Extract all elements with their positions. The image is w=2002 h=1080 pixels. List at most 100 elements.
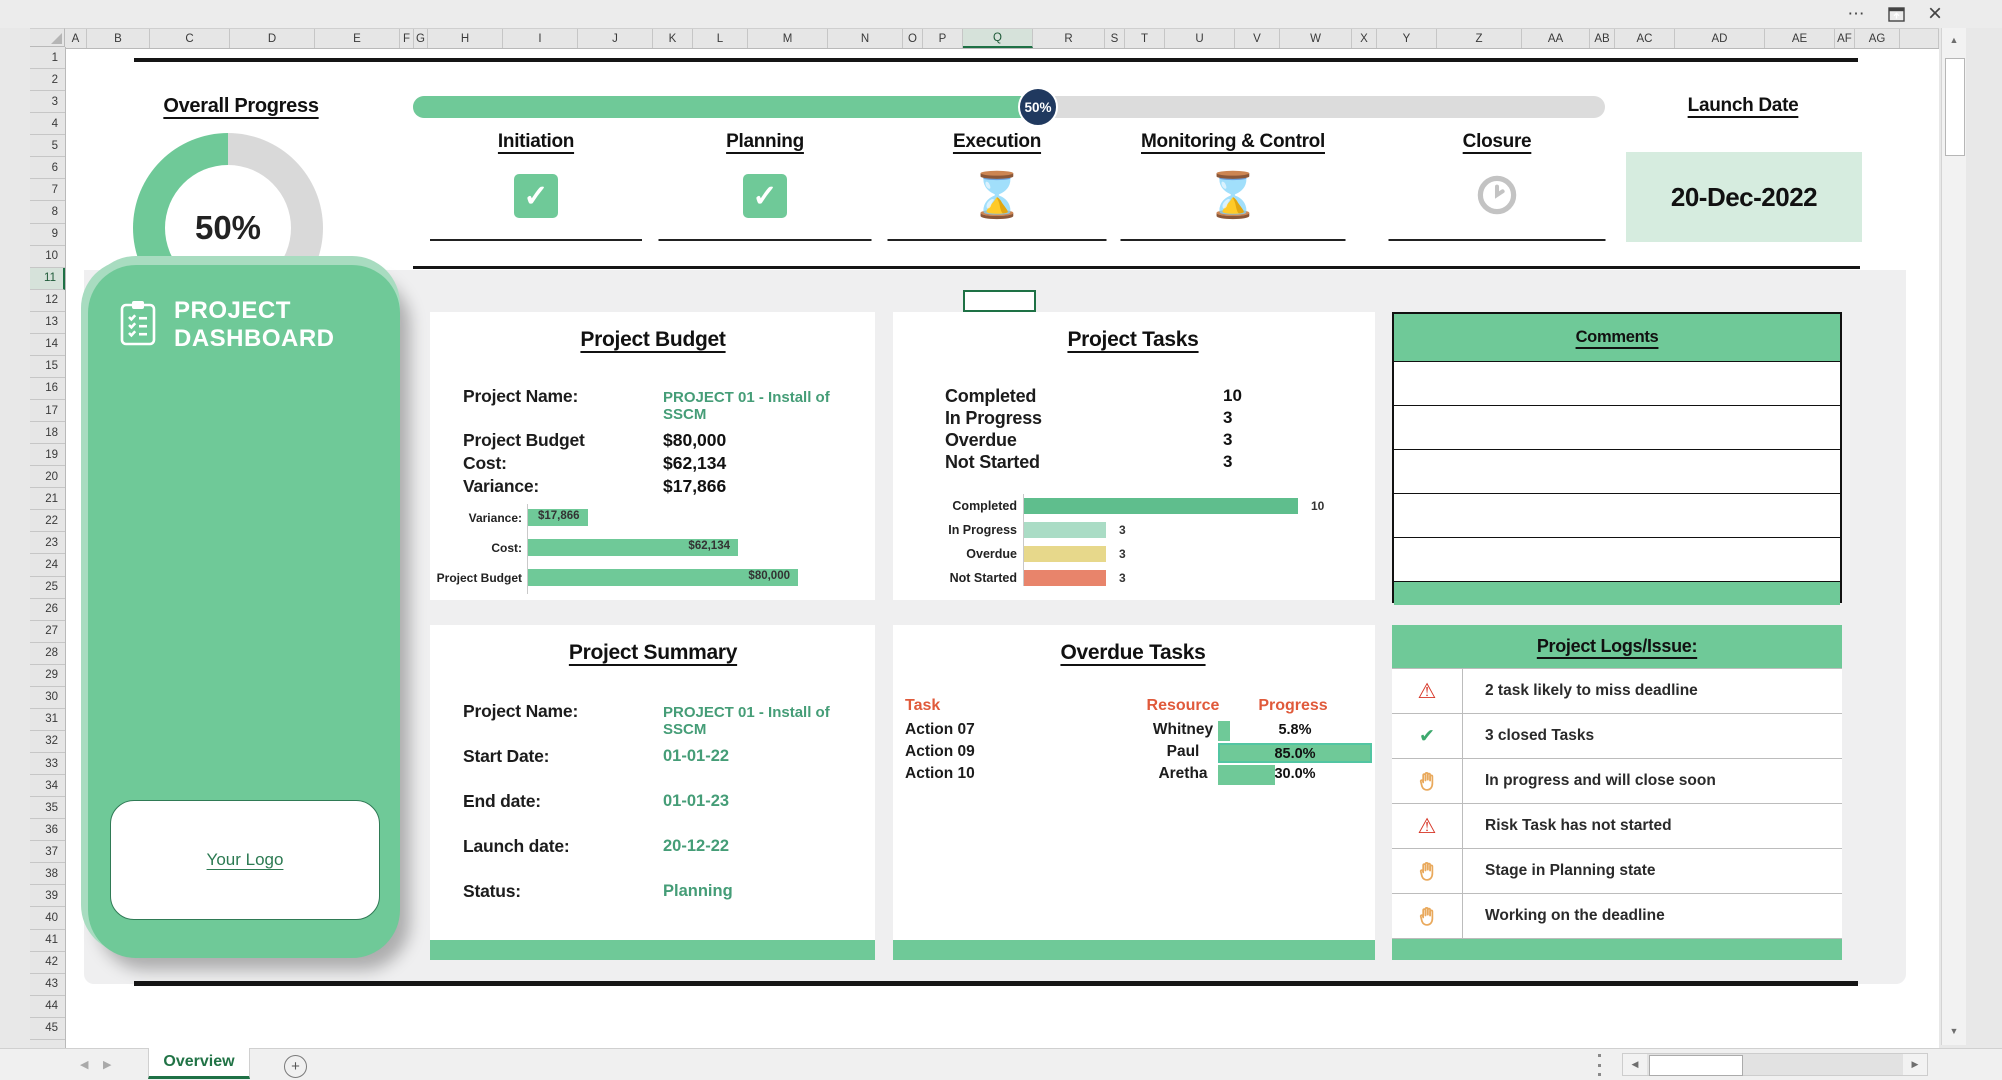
column-header-I[interactable]: I <box>503 29 578 48</box>
row-header-10[interactable]: 10 <box>30 246 65 268</box>
row-header-12[interactable]: 12 <box>30 290 65 312</box>
column-header-L[interactable]: L <box>693 29 748 48</box>
column-header-E[interactable]: E <box>315 29 400 48</box>
row-header-13[interactable]: 13 <box>30 312 65 334</box>
row-header-44[interactable]: 44 <box>30 996 65 1018</box>
column-header-N[interactable]: N <box>828 29 903 48</box>
row-header-31[interactable]: 31 <box>30 709 65 731</box>
vertical-scroll-thumb[interactable] <box>1945 58 1965 156</box>
row-header-22[interactable]: 22 <box>30 510 65 532</box>
row-header-43[interactable]: 43 <box>30 974 65 996</box>
column-header-Z[interactable]: Z <box>1437 29 1522 48</box>
row-header-39[interactable]: 39 <box>30 885 65 907</box>
comment-cell-1[interactable] <box>1394 361 1840 405</box>
comment-cell-4[interactable] <box>1394 493 1840 537</box>
row-header-6[interactable]: 6 <box>30 157 65 179</box>
column-header-T[interactable]: T <box>1125 29 1165 48</box>
scroll-right-icon[interactable]: ▶ <box>1903 1054 1927 1075</box>
row-header-5[interactable]: 5 <box>30 135 65 157</box>
row-header-37[interactable]: 37 <box>30 841 65 863</box>
row-header-32[interactable]: 32 <box>30 731 65 753</box>
column-header-P[interactable]: P <box>923 29 963 48</box>
column-header-Q[interactable]: Q <box>963 29 1033 48</box>
row-header-8[interactable]: 8 <box>30 201 65 223</box>
scroll-up-icon[interactable]: ▲ <box>1942 28 1966 52</box>
scroll-down-icon[interactable]: ▼ <box>1942 1019 1966 1043</box>
column-header-G[interactable]: G <box>414 29 428 48</box>
row-header-35[interactable]: 35 <box>30 797 65 819</box>
selected-cell[interactable] <box>963 290 1036 312</box>
comment-cell-3[interactable] <box>1394 449 1840 493</box>
add-sheet-icon[interactable]: + <box>284 1055 307 1078</box>
row-header-26[interactable]: 26 <box>30 599 65 621</box>
column-header-V[interactable]: V <box>1235 29 1280 48</box>
prev-sheet-icon[interactable]: ◀ <box>80 1058 88 1071</box>
next-sheet-icon[interactable]: ▶ <box>103 1058 111 1071</box>
row-header-1[interactable]: 1 <box>30 47 65 69</box>
horizontal-scrollbar[interactable]: ◀ ▶ <box>1622 1053 1928 1076</box>
row-header-41[interactable]: 41 <box>30 930 65 952</box>
column-header-D[interactable]: D <box>230 29 315 48</box>
column-header-S[interactable]: S <box>1105 29 1125 48</box>
row-header-40[interactable]: 40 <box>30 907 65 929</box>
column-header-AC[interactable]: AC <box>1615 29 1675 48</box>
column-header-AG[interactable]: AG <box>1855 29 1900 48</box>
column-header-M[interactable]: M <box>748 29 828 48</box>
row-header-29[interactable]: 29 <box>30 665 65 687</box>
row-header-18[interactable]: 18 <box>30 422 65 444</box>
row-header-28[interactable]: 28 <box>30 643 65 665</box>
row-header-24[interactable]: 24 <box>30 554 65 576</box>
select-all-corner[interactable] <box>30 28 65 47</box>
row-headers[interactable]: 1234567891011121314151617181920212223242… <box>30 47 66 1048</box>
logo-placeholder[interactable]: Your Logo <box>110 800 380 920</box>
row-header-9[interactable]: 9 <box>30 224 65 246</box>
column-header-O[interactable]: O <box>903 29 923 48</box>
column-header-H[interactable]: H <box>428 29 503 48</box>
column-header-AB[interactable]: AB <box>1590 29 1615 48</box>
row-header-42[interactable]: 42 <box>30 952 65 974</box>
close-icon[interactable]: × <box>1920 2 1950 26</box>
column-header-AF[interactable]: AF <box>1835 29 1855 48</box>
row-header-34[interactable]: 34 <box>30 775 65 797</box>
row-header-14[interactable]: 14 <box>30 334 65 356</box>
column-header-U[interactable]: U <box>1165 29 1235 48</box>
row-header-4[interactable]: 4 <box>30 113 65 135</box>
row-header-36[interactable]: 36 <box>30 819 65 841</box>
row-header-17[interactable]: 17 <box>30 400 65 422</box>
column-header-AA[interactable]: AA <box>1522 29 1590 48</box>
horizontal-scroll-thumb[interactable] <box>1649 1055 1743 1076</box>
column-header-X[interactable]: X <box>1352 29 1377 48</box>
column-header-F[interactable]: F <box>400 29 414 48</box>
more-options-icon[interactable]: ⋯ <box>1842 2 1870 26</box>
row-header-20[interactable]: 20 <box>30 466 65 488</box>
row-header-21[interactable]: 21 <box>30 488 65 510</box>
comment-cell-5[interactable] <box>1394 537 1840 581</box>
column-header-B[interactable]: B <box>87 29 150 48</box>
row-header-25[interactable]: 25 <box>30 577 65 599</box>
column-header-AE[interactable]: AE <box>1765 29 1835 48</box>
row-header-23[interactable]: 23 <box>30 532 65 554</box>
row-header-7[interactable]: 7 <box>30 179 65 201</box>
row-header-15[interactable]: 15 <box>30 356 65 378</box>
comment-cell-2[interactable] <box>1394 405 1840 449</box>
row-header-16[interactable]: 16 <box>30 378 65 400</box>
splitter-handle[interactable] <box>1596 1054 1602 1076</box>
row-header-30[interactable]: 30 <box>30 687 65 709</box>
row-header-33[interactable]: 33 <box>30 753 65 775</box>
column-header-W[interactable]: W <box>1280 29 1352 48</box>
column-header-R[interactable]: R <box>1033 29 1105 48</box>
scroll-left-icon[interactable]: ◀ <box>1623 1054 1647 1075</box>
column-header-J[interactable]: J <box>578 29 653 48</box>
row-header-27[interactable]: 27 <box>30 621 65 643</box>
row-header-19[interactable]: 19 <box>30 444 65 466</box>
column-header-AD[interactable]: AD <box>1675 29 1765 48</box>
row-header-45[interactable]: 45 <box>30 1018 65 1040</box>
column-header-Y[interactable]: Y <box>1377 29 1437 48</box>
row-header-38[interactable]: 38 <box>30 863 65 885</box>
vertical-scrollbar[interactable]: ▲ ▼ <box>1941 28 1966 1045</box>
column-header-C[interactable]: C <box>150 29 230 48</box>
row-header-2[interactable]: 2 <box>30 69 65 91</box>
sheet-tab-overview[interactable]: Overview <box>148 1048 250 1079</box>
column-header-A[interactable]: A <box>65 29 87 48</box>
column-headers[interactable]: ABCDEFGHIJKLMNOPQRSTUVWXYZAAABACADAEAFAG <box>65 28 1939 49</box>
